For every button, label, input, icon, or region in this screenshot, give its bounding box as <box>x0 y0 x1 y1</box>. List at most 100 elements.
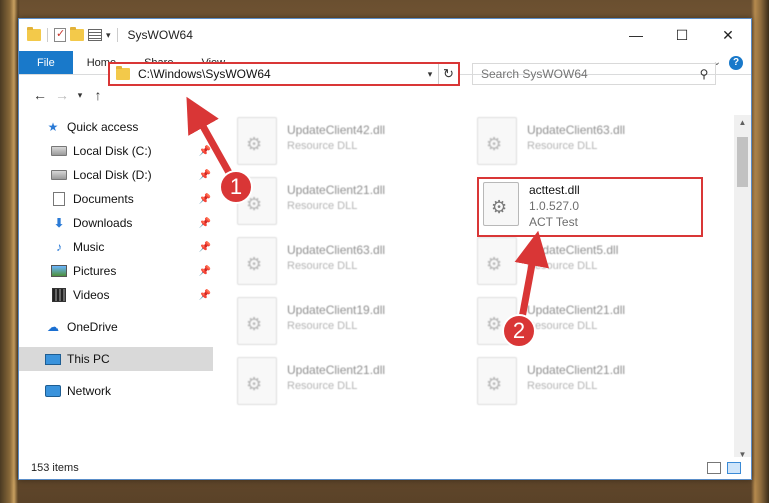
window-title: SysWOW64 <box>127 28 193 42</box>
forward-button[interactable]: → <box>51 87 73 103</box>
scrollbar-thumb[interactable] <box>737 137 748 187</box>
file-item[interactable]: UpdateClient63.dll Resource DLL <box>237 237 457 293</box>
cloud-icon: ☁ <box>47 320 59 334</box>
nav-item-pictures[interactable]: Pictures 📌 <box>19 259 213 283</box>
file-name: UpdateClient42.dll <box>287 123 386 137</box>
quick-access-toolbar: ▾ <box>27 27 120 42</box>
pin-icon[interactable]: 📌 <box>199 218 211 229</box>
nav-item-this-pc[interactable]: This PC <box>19 347 213 371</box>
dll-file-icon <box>237 297 277 345</box>
navigation-pane: ★ Quick access Local Disk (C:) 📌 Local D… <box>19 115 213 455</box>
nav-item-label: Music <box>73 240 105 254</box>
file-list: UpdateClient42.dll Resource DLL UpdateCli… <box>215 115 735 455</box>
computer-icon <box>45 352 61 366</box>
toolbar-divider <box>116 28 118 42</box>
nav-item-local-disk-c[interactable]: Local Disk (C:) 📌 <box>19 139 213 163</box>
back-button[interactable]: ← <box>29 87 51 103</box>
nav-item-network[interactable]: Network <box>19 379 213 403</box>
file-type: Resource DLL <box>527 380 598 392</box>
pictures-icon <box>51 264 67 278</box>
file-item[interactable]: UpdateClient21.dll Resource DLL <box>237 177 457 233</box>
details-view-icon[interactable] <box>707 462 721 474</box>
search-input[interactable] <box>481 67 693 81</box>
folder-icon <box>116 66 130 80</box>
large-icons-view-icon[interactable] <box>727 462 741 474</box>
dll-file-icon <box>237 237 277 285</box>
music-icon: ♪ <box>56 240 62 254</box>
nav-item-label: Videos <box>73 288 110 302</box>
folder-icon <box>27 27 41 41</box>
pin-icon[interactable]: 📌 <box>199 290 211 301</box>
nav-item-music[interactable]: ♪ Music 📌 <box>19 235 213 259</box>
item-count: 153 items <box>31 462 79 474</box>
step-2-badge: 2 <box>502 314 536 348</box>
pin-icon[interactable]: 📌 <box>199 194 211 205</box>
file-item[interactable]: UpdateClient21.dll Resource DLL <box>477 357 697 413</box>
pin-icon[interactable]: 📌 <box>199 266 211 277</box>
nav-item-label: This PC <box>67 352 110 366</box>
file-item[interactable]: UpdateClient19.dll Resource DLL <box>237 297 457 353</box>
search-icon[interactable]: ⚲ <box>693 67 715 81</box>
pin-icon[interactable]: 📌 <box>199 170 211 181</box>
nav-item-label: Local Disk (D:) <box>73 168 152 182</box>
up-button[interactable]: ↑ <box>87 87 109 103</box>
dll-file-icon <box>483 182 519 226</box>
close-button[interactable]: ✕ <box>705 19 751 51</box>
properties-check-icon[interactable] <box>54 27 66 42</box>
file-type: Resource DLL <box>527 260 598 272</box>
highlighted-file-acttest[interactable]: acttest.dll 1.0.527.0 ACT Test <box>477 177 703 237</box>
star-icon: ★ <box>47 120 59 134</box>
file-item[interactable]: UpdateClient5.dll Resource DLL <box>477 237 697 293</box>
dll-file-icon <box>477 237 517 285</box>
pin-icon[interactable]: 📌 <box>199 146 211 157</box>
nav-item-label: Quick access <box>67 120 139 134</box>
pin-icon[interactable]: 📌 <box>199 242 211 253</box>
file-type: Resource DLL <box>287 140 358 152</box>
file-type: Resource DLL <box>527 320 598 332</box>
tab-file[interactable]: File <box>19 51 73 74</box>
file-name: UpdateClient21.dll <box>287 183 386 197</box>
file-item[interactable]: UpdateClient21.dll Resource DLL <box>237 357 457 413</box>
nav-item-documents[interactable]: Documents 📌 <box>19 187 213 211</box>
minimize-button[interactable]: — <box>613 19 659 51</box>
nav-item-downloads[interactable]: ⬇ Downloads 📌 <box>19 211 213 235</box>
search-box[interactable]: ⚲ <box>472 63 716 85</box>
dll-file-icon <box>477 117 517 165</box>
file-explorer-window: ▾ SysWOW64 — ☐ ✕ File Home Share View ⌄ … <box>18 18 752 480</box>
file-name: acttest.dll <box>529 183 580 197</box>
recent-locations-chevron-icon[interactable]: ▾ <box>73 90 87 101</box>
document-icon <box>51 192 67 206</box>
window-controls: — ☐ ✕ <box>613 19 751 51</box>
file-type: Resource DLL <box>287 200 358 212</box>
file-item[interactable]: UpdateClient42.dll Resource DLL <box>237 117 457 173</box>
nav-item-onedrive[interactable]: ☁ OneDrive <box>19 315 213 339</box>
file-name: UpdateClient21.dll <box>527 303 626 317</box>
nav-item-label: Network <box>67 384 112 398</box>
address-path[interactable]: C:\Windows\SysWOW64 <box>138 67 422 81</box>
file-name: UpdateClient21.dll <box>527 363 626 377</box>
file-name: UpdateClient21.dll <box>287 363 386 377</box>
new-folder-icon[interactable] <box>70 27 84 41</box>
nav-item-videos[interactable]: Videos 📌 <box>19 283 213 307</box>
status-bar: 153 items <box>19 457 751 479</box>
file-name: UpdateClient5.dll <box>527 243 619 257</box>
dll-file-icon <box>477 357 517 405</box>
address-history-chevron-icon[interactable]: ▾ <box>422 69 438 80</box>
refresh-icon[interactable]: ↻ <box>438 64 458 84</box>
customize-toolbar-chevron-icon[interactable]: ▾ <box>106 30 111 41</box>
file-name: UpdateClient63.dll <box>287 243 386 257</box>
maximize-button[interactable]: ☐ <box>659 19 705 51</box>
help-icon[interactable]: ? <box>729 55 743 70</box>
scroll-up-icon[interactable]: ▲ <box>734 115 751 131</box>
address-bar[interactable]: C:\Windows\SysWOW64 ▾ ↻ <box>108 62 460 86</box>
file-type: Resource DLL <box>527 140 598 152</box>
nav-item-quick-access[interactable]: ★ Quick access <box>19 115 213 139</box>
properties-icon[interactable] <box>88 29 102 41</box>
network-icon <box>45 384 61 398</box>
disk-icon <box>51 144 67 158</box>
file-item[interactable]: UpdateClient63.dll Resource DLL <box>477 117 697 173</box>
file-name: UpdateClient19.dll <box>287 303 386 317</box>
nav-item-label: Pictures <box>73 264 117 278</box>
vertical-scrollbar[interactable]: ▲ ▼ <box>734 115 751 463</box>
nav-item-local-disk-d[interactable]: Local Disk (D:) 📌 <box>19 163 213 187</box>
